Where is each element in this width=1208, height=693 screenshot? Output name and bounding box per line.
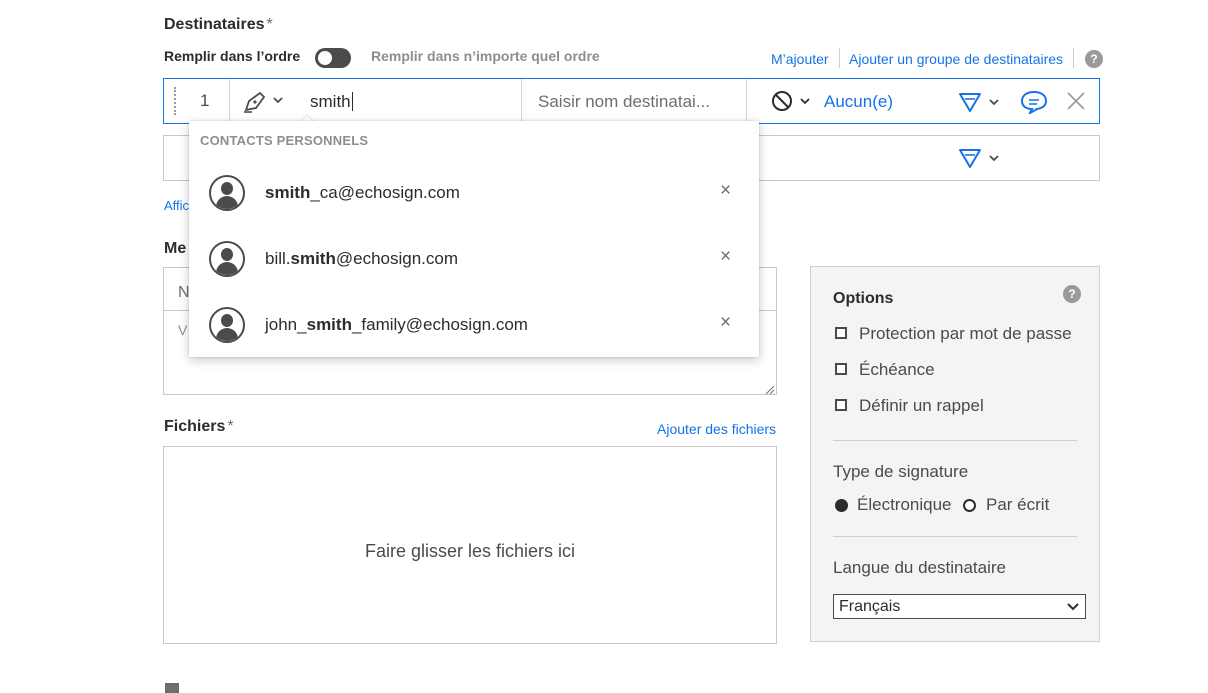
avatar-icon: [209, 241, 245, 277]
remove-contact-icon[interactable]: ×: [720, 246, 731, 268]
reminder-checkbox[interactable]: [835, 399, 847, 411]
autocomplete-dropdown: CONTACTS PERSONNELS smith_ca@echosign.co…: [189, 121, 759, 357]
chevron-down-icon: [1067, 603, 1079, 611]
avatar-icon: [209, 307, 245, 343]
contact-item[interactable]: bill.smith@echosign.com ×: [189, 227, 759, 293]
password-checkbox[interactable]: [835, 327, 847, 339]
message-input[interactable]: V: [178, 322, 187, 338]
document-name-input[interactable]: N: [178, 284, 190, 302]
add-me-link[interactable]: M’ajouter: [771, 51, 829, 67]
add-group-link[interactable]: Ajouter un groupe de destinataires: [849, 51, 1063, 67]
auth-value[interactable]: Aucun(e): [824, 92, 893, 112]
files-title: Fichiers *: [164, 418, 234, 435]
divider: [839, 48, 840, 68]
remove-contact-icon[interactable]: ×: [720, 180, 731, 202]
drop-text: Faire glisser les fichiers ici: [364, 541, 576, 561]
radio-written[interactable]: [963, 499, 976, 512]
bottom-checkbox[interactable]: [165, 683, 179, 693]
electronic-label: Électronique: [857, 495, 952, 514]
file-drop-zone[interactable]: Faire glisser les fichiers ici: [163, 446, 777, 644]
filter-icon: [959, 149, 999, 168]
reminder-label: Définir un rappel: [859, 396, 984, 415]
options-panel: [810, 266, 1100, 642]
radio-electronic[interactable]: [835, 499, 848, 512]
password-label: Protection par mot de passe: [859, 324, 1072, 343]
deadline-label: Échéance: [859, 360, 935, 379]
recipient-email-input[interactable]: smith: [310, 92, 353, 112]
add-files-link[interactable]: Ajouter des fichiers: [657, 421, 776, 437]
remove-contact-icon[interactable]: ×: [720, 312, 731, 334]
private-message-selector[interactable]: [958, 91, 1006, 115]
drag-handle[interactable]: [174, 87, 176, 115]
show-link[interactable]: Affic: [164, 198, 189, 213]
pen-icon: [244, 91, 283, 113]
recipient-name-input[interactable]: Saisir nom destinatai...: [538, 92, 710, 112]
recipients-title: Destinataires *: [164, 16, 273, 33]
contact-email: smith_ca@echosign.com: [265, 183, 460, 202]
language-select[interactable]: Français: [833, 594, 1086, 619]
message-icon[interactable]: [1020, 90, 1048, 116]
remove-recipient-icon[interactable]: [1066, 91, 1086, 111]
options-title: Options: [833, 290, 894, 307]
message-title: Me: [164, 240, 187, 257]
no-auth-icon: [772, 91, 810, 111]
private-message-selector[interactable]: [958, 147, 1006, 171]
contact-email: john_smith_family@echosign.com: [265, 315, 528, 334]
signature-type-label: Type de signature: [833, 462, 969, 481]
written-label: Par écrit: [986, 495, 1050, 514]
divider: [1073, 48, 1074, 68]
filter-icon: [959, 93, 999, 112]
contact-item[interactable]: john_smith_family@echosign.com ×: [189, 293, 759, 359]
language-label: Langue du destinataire: [833, 558, 1006, 577]
deadline-checkbox[interactable]: [835, 363, 847, 375]
recipient-number: 1: [200, 91, 210, 110]
contacts-header: CONTACTS PERSONNELS: [200, 133, 369, 148]
fill-in-order-label: Remplir dans l’ordre: [164, 48, 301, 64]
options-help-icon[interactable]: ?: [1063, 285, 1081, 303]
fill-any-order-label: Remplir dans n’importe quel ordre: [371, 48, 600, 64]
avatar-icon: [209, 175, 245, 211]
order-toggle[interactable]: [315, 48, 351, 68]
contact-item[interactable]: smith_ca@echosign.com ×: [189, 161, 759, 227]
auth-selector[interactable]: [771, 90, 819, 114]
role-selector[interactable]: [242, 88, 290, 114]
help-icon[interactable]: ?: [1085, 50, 1103, 68]
contact-email: bill.smith@echosign.com: [265, 249, 459, 268]
resize-handle-icon[interactable]: [765, 382, 775, 395]
